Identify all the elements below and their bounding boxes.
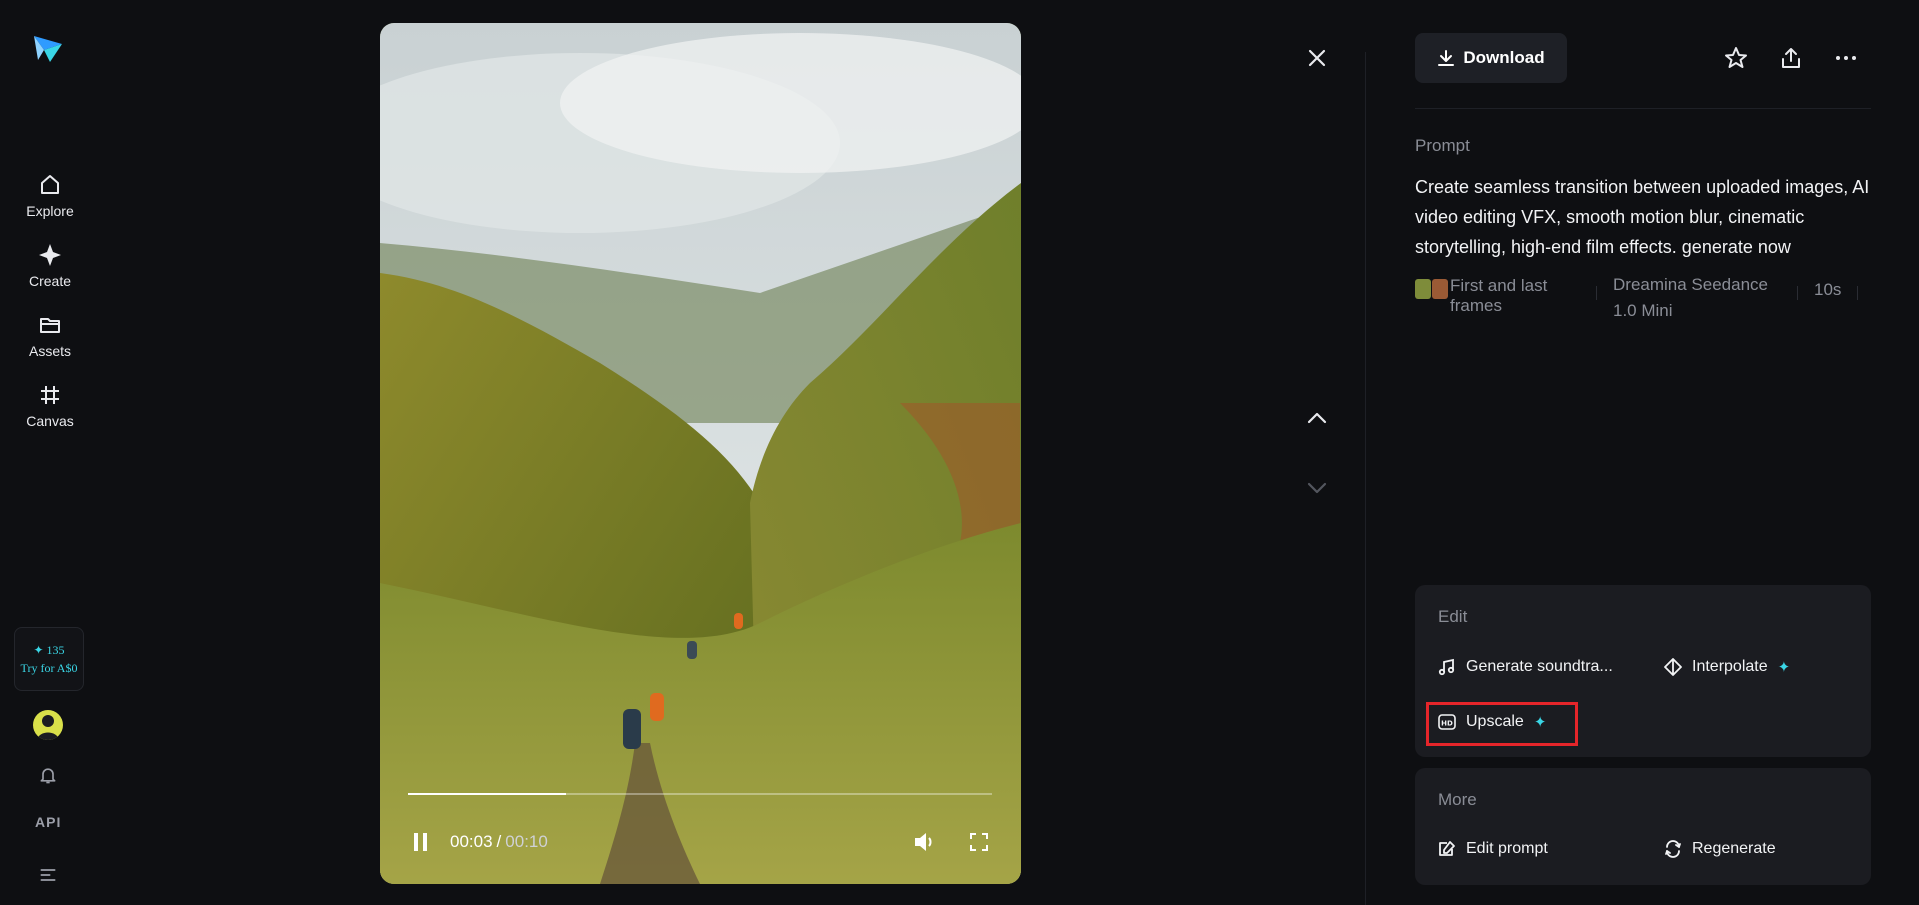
prompt-text: Create seamless transition between uploa… — [1415, 177, 1870, 257]
action-label: Regenerate — [1692, 840, 1776, 857]
meta-separator — [1797, 286, 1798, 300]
download-button[interactable]: Download — [1415, 33, 1567, 83]
sidebar-item-assets[interactable]: Assets — [10, 306, 90, 366]
chevron-up-icon — [1307, 412, 1327, 424]
app-logo-icon[interactable] — [30, 30, 66, 66]
previous-button[interactable] — [1302, 403, 1332, 433]
close-icon — [1308, 49, 1326, 67]
video-frame-image — [380, 23, 1021, 884]
pause-icon — [414, 833, 427, 851]
download-icon — [1438, 50, 1455, 66]
action-label: Edit prompt — [1466, 840, 1548, 857]
total-time: 00:10 — [505, 832, 548, 851]
progress-fill — [408, 793, 566, 795]
close-button[interactable] — [1302, 43, 1332, 73]
sparkle-icon — [39, 244, 61, 266]
download-label: Download — [1463, 48, 1545, 67]
interpolate-button[interactable]: Interpolate ✦ — [1664, 658, 1790, 676]
time-separator: / — [496, 832, 502, 851]
volume-button[interactable] — [912, 829, 938, 855]
meta-separator — [1596, 286, 1597, 300]
action-label: Generate soundtra... — [1466, 658, 1613, 675]
progress-track[interactable] — [408, 793, 992, 795]
meta-model: Dreamina Seedance 1.0 Mini — [1613, 275, 1768, 320]
generation-meta: First and last frames Dreamina Seedance … — [1415, 275, 1875, 324]
favorite-button[interactable] — [1722, 44, 1750, 72]
generate-soundtrack-button[interactable]: Generate soundtra... — [1438, 658, 1613, 676]
first-frame-thumbnail — [1415, 279, 1431, 299]
speaker-icon — [915, 833, 932, 851]
star-icon — [1725, 47, 1747, 68]
sidebar-item-label: Create — [28, 273, 72, 289]
prompt-label: Prompt — [1415, 136, 1470, 155]
current-time: 00:03 — [450, 832, 493, 851]
action-label: Interpolate — [1692, 658, 1768, 675]
credits-count-row: ✦ 135 — [33, 641, 64, 659]
last-frame-thumbnail — [1432, 279, 1448, 299]
edit-prompt-button[interactable]: Edit prompt — [1438, 840, 1548, 858]
credits-count: 135 — [46, 643, 65, 657]
edit-card-title: Edit — [1438, 607, 1468, 626]
sidebar-item-label: Canvas — [26, 413, 74, 429]
meta-separator — [1857, 286, 1859, 300]
sidebar-item-canvas[interactable]: Canvas — [10, 376, 90, 436]
meta-mode: First and last frames — [1450, 276, 1548, 315]
chevron-down-icon — [1307, 482, 1327, 494]
more-dots-icon — [1836, 56, 1856, 60]
menu-icon[interactable] — [34, 861, 62, 889]
more-options-button[interactable] — [1832, 44, 1860, 72]
folder-icon — [40, 318, 60, 333]
fullscreen-icon — [970, 833, 988, 851]
credit-sparkle-icon: ✦ — [33, 643, 44, 657]
edit-prompt-icon — [1439, 841, 1455, 856]
video-player[interactable]: 00:03 / 00:10 — [380, 23, 1021, 884]
music-note-icon — [1438, 658, 1455, 676]
frame-thumbnails — [1415, 279, 1448, 299]
pause-button[interactable] — [408, 829, 434, 855]
premium-sparkle-icon: ✦ — [1777, 659, 1791, 676]
canvas-icon — [41, 386, 59, 404]
notifications-bell-icon[interactable] — [34, 761, 62, 789]
header-divider — [1415, 108, 1871, 109]
share-icon — [1782, 48, 1800, 68]
credits-badge[interactable]: ✦ 135 Try for A$0 — [14, 627, 84, 691]
sidebar: Explore Create Assets Canvas ✦ 135 Try f… — [0, 0, 100, 905]
sidebar-item-label: Assets — [28, 343, 71, 359]
regenerate-button[interactable]: Regenerate — [1664, 840, 1776, 858]
interpolate-icon — [1664, 658, 1682, 676]
credits-offer: Try for A$0 — [20, 661, 78, 675]
panel-divider — [1365, 52, 1366, 905]
more-card: More Edit prompt Regenerate — [1415, 768, 1871, 885]
next-button[interactable] — [1302, 473, 1332, 503]
user-avatar-icon — [37, 715, 59, 740]
sidebar-item-explore[interactable]: Explore — [10, 166, 90, 226]
share-button[interactable] — [1777, 44, 1805, 72]
meta-duration: 10s — [1814, 280, 1842, 299]
upscale-highlight-box — [1426, 702, 1578, 746]
home-icon — [41, 175, 59, 194]
api-link[interactable]: API — [35, 814, 61, 830]
regenerate-icon — [1665, 840, 1681, 858]
fullscreen-button[interactable] — [966, 829, 992, 855]
player-controls: 00:03 / 00:10 — [408, 828, 992, 856]
sidebar-item-label: Explore — [26, 203, 74, 219]
avatar[interactable] — [33, 710, 63, 740]
more-card-title: More — [1438, 790, 1477, 809]
sidebar-item-create[interactable]: Create — [10, 236, 90, 296]
